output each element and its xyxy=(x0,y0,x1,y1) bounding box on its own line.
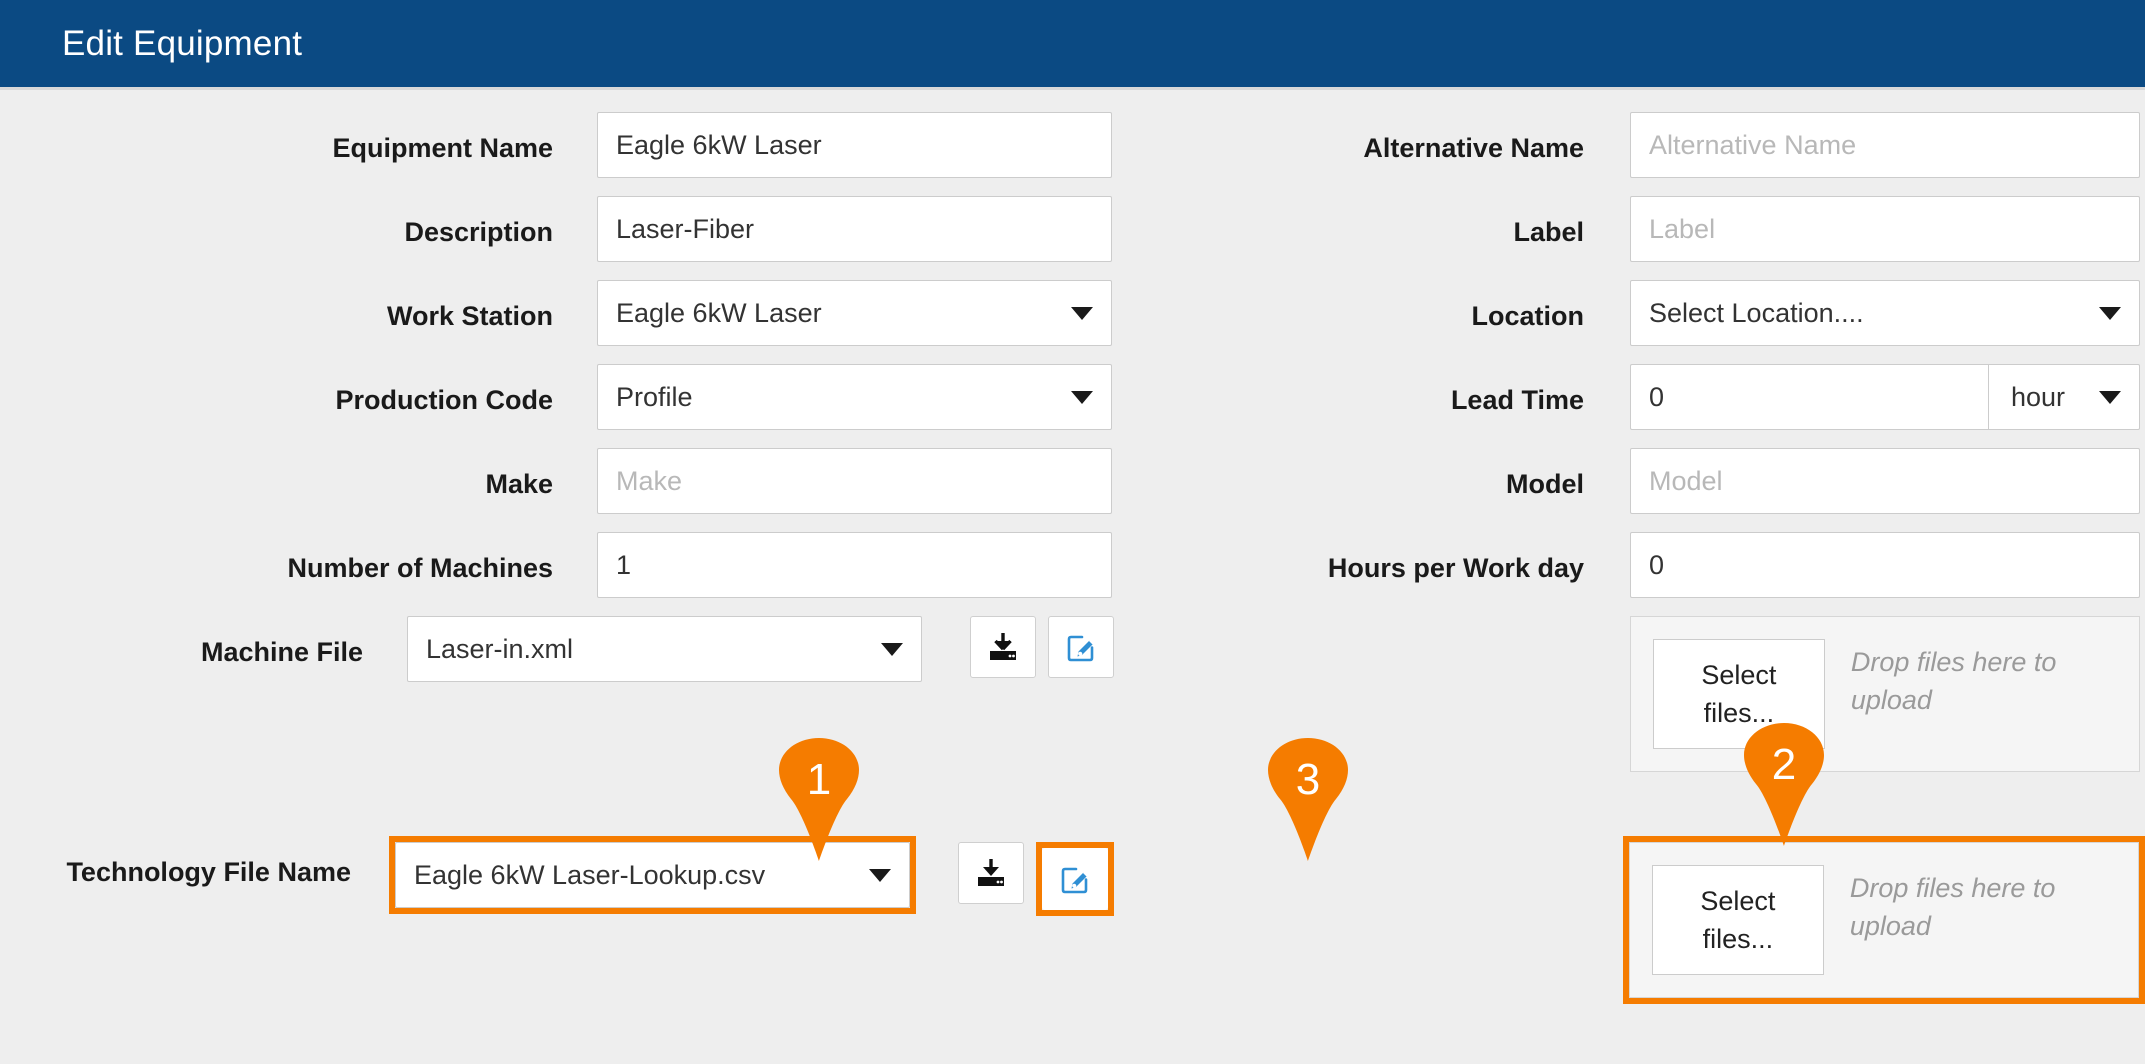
hours-per-work-day-value: 0 xyxy=(1649,552,1664,579)
work-station-label: Work Station xyxy=(0,280,553,332)
form-row-machines: Number of Machines 1 Hours per Work day … xyxy=(0,532,2145,598)
machine-file-value: Laser-in.xml xyxy=(426,636,871,663)
machine-file-download-button[interactable] xyxy=(970,616,1036,678)
form-row-workstation: Work Station Eagle 6kW Laser Location Se… xyxy=(0,280,2145,346)
number-of-machines-value: 1 xyxy=(616,552,631,579)
technology-file-upload-dropzone[interactable]: Select files... Drop files here to uploa… xyxy=(1629,842,2139,998)
work-station-select[interactable]: Eagle 6kW Laser xyxy=(597,280,1112,346)
form-row-production-code: Production Code Profile Lead Time 0 hour xyxy=(0,364,2145,430)
lead-time-input[interactable]: 0 xyxy=(1630,364,1988,430)
machine-file-edit-button[interactable] xyxy=(1048,616,1114,678)
annotation-pin-1: 1 xyxy=(773,737,865,861)
machine-file-select[interactable]: Laser-in.xml xyxy=(407,616,922,682)
annotation-pin-3-number: 3 xyxy=(1262,737,1354,823)
dialog-header: Edit Equipment xyxy=(0,0,2145,90)
label-field-placeholder: Label xyxy=(1649,216,1715,243)
label-field-label: Label xyxy=(1114,196,1584,248)
chevron-down-icon xyxy=(1071,391,1093,404)
form-row-make: Make Make Model Model xyxy=(0,448,2145,514)
lead-time-value: 0 xyxy=(1649,384,1664,411)
hours-per-work-day-label: Hours per Work day xyxy=(1114,532,1584,584)
lead-time-unit-value: hour xyxy=(2011,384,2065,411)
description-label: Description xyxy=(0,196,553,248)
make-placeholder: Make xyxy=(616,468,682,495)
technology-file-select-files-button[interactable]: Select files... xyxy=(1652,865,1824,975)
technology-file-download-button[interactable] xyxy=(958,842,1024,904)
lead-time-group: 0 hour xyxy=(1630,364,2140,430)
chevron-down-icon xyxy=(2099,307,2121,320)
machine-file-label: Machine File xyxy=(0,616,363,668)
form-row-technology-file: Technology File Name Eagle 6kW Laser-Loo… xyxy=(0,836,2145,1004)
alternative-name-label: Alternative Name xyxy=(1114,112,1584,164)
alternative-name-input[interactable]: Alternative Name xyxy=(1630,112,2140,178)
technology-file-edit-button[interactable] xyxy=(1042,848,1108,910)
production-code-select[interactable]: Profile xyxy=(597,364,1112,430)
production-code-value: Profile xyxy=(616,384,1061,411)
description-value: Laser-Fiber xyxy=(616,216,754,243)
location-label: Location xyxy=(1114,280,1584,332)
make-input[interactable]: Make xyxy=(597,448,1112,514)
make-label: Make xyxy=(0,448,553,500)
lead-time-unit-select[interactable]: hour xyxy=(1988,364,2140,430)
machine-file-upload-label xyxy=(1114,616,1584,668)
hours-per-work-day-input[interactable]: 0 xyxy=(1630,532,2140,598)
form-row-description: Description Laser-Fiber Label Label xyxy=(0,196,2145,262)
chevron-down-icon xyxy=(869,869,891,882)
location-select[interactable]: Select Location.... xyxy=(1630,280,2140,346)
select-files-label: Select files... xyxy=(1666,656,1812,732)
select-files-label: Select files... xyxy=(1665,882,1811,958)
equipment-name-input[interactable]: Eagle 6kW Laser xyxy=(597,112,1112,178)
number-of-machines-input[interactable]: 1 xyxy=(597,532,1112,598)
equipment-name-label: Equipment Name xyxy=(0,112,553,164)
number-of-machines-label: Number of Machines xyxy=(0,532,553,584)
technology-file-name-value: Eagle 6kW Laser-Lookup.csv xyxy=(414,862,859,889)
annotation-pin-2: 2 xyxy=(1738,722,1830,846)
equipment-name-value: Eagle 6kW Laser xyxy=(616,132,822,159)
chevron-down-icon xyxy=(2099,391,2121,404)
annotation-pin-2-number: 2 xyxy=(1738,722,1830,808)
model-placeholder: Model xyxy=(1649,468,1723,495)
technology-file-name-label: Technology File Name xyxy=(0,836,351,888)
annotation-pin-3: 3 xyxy=(1262,737,1354,861)
production-code-label: Production Code xyxy=(0,364,553,416)
machine-file-upload-dropzone[interactable]: Select files... Drop files here to uploa… xyxy=(1630,616,2140,772)
form-row-name: Equipment Name Eagle 6kW Laser Alternati… xyxy=(0,112,2145,178)
model-input[interactable]: Model xyxy=(1630,448,2140,514)
chevron-down-icon xyxy=(881,643,903,656)
model-label: Model xyxy=(1114,448,1584,500)
edit-equipment-form: Equipment Name Eagle 6kW Laser Alternati… xyxy=(0,90,2145,1004)
label-field-input[interactable]: Label xyxy=(1630,196,2140,262)
technology-file-drop-hint: Drop files here to upload xyxy=(1850,865,2118,945)
technology-file-edit-highlight xyxy=(1036,842,1114,916)
lead-time-label: Lead Time xyxy=(1114,364,1584,416)
machine-file-drop-hint: Drop files here to upload xyxy=(1851,639,2119,719)
work-station-value: Eagle 6kW Laser xyxy=(616,300,1061,327)
location-value: Select Location.... xyxy=(1649,300,2089,327)
alternative-name-placeholder: Alternative Name xyxy=(1649,132,1856,159)
chevron-down-icon xyxy=(1071,307,1093,320)
page-title: Edit Equipment xyxy=(62,24,302,64)
description-input[interactable]: Laser-Fiber xyxy=(597,196,1112,262)
annotation-pin-1-number: 1 xyxy=(773,737,865,823)
technology-file-upload-highlight: Select files... Drop files here to uploa… xyxy=(1623,836,2145,1004)
